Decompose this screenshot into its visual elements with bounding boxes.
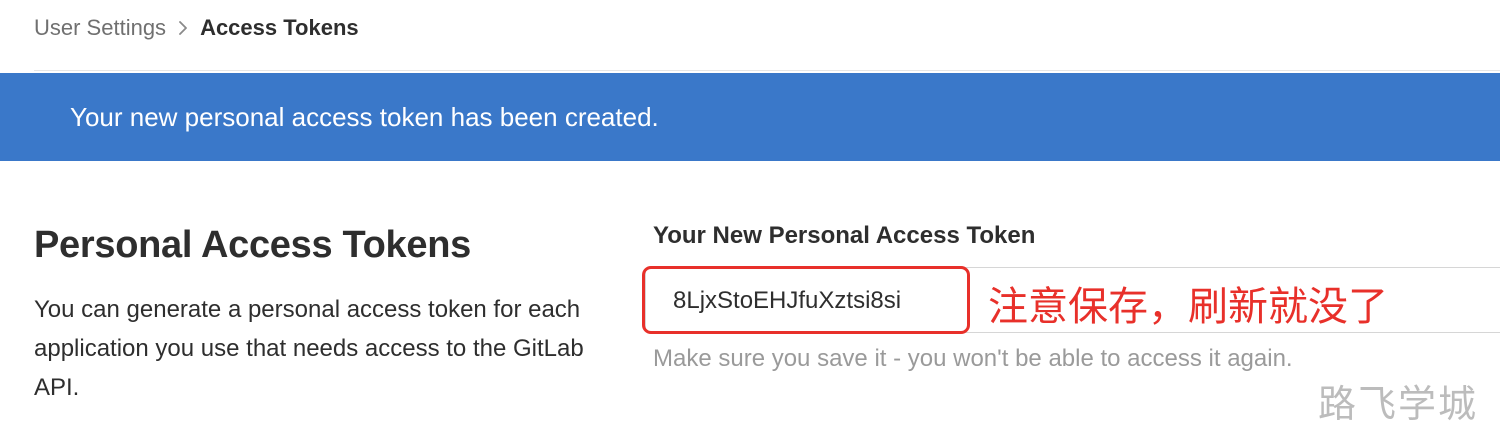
- token-field-label: Your New Personal Access Token: [653, 222, 1036, 249]
- annotation-highlight-box: [642, 266, 970, 334]
- breadcrumb-user-settings-link[interactable]: User Settings: [34, 15, 166, 41]
- chevron-right-icon: [178, 21, 188, 35]
- breadcrumb: User Settings Access Tokens: [34, 14, 359, 42]
- section-title: Personal Access Tokens: [34, 224, 471, 266]
- breadcrumb-current: Access Tokens: [200, 15, 359, 40]
- header-divider: [34, 70, 1500, 71]
- flash-notice: Your new personal access token has been …: [0, 73, 1500, 161]
- section-description: You can generate a personal access token…: [34, 296, 584, 401]
- flash-message: Your new personal access token has been …: [70, 101, 659, 132]
- annotation-note: 注意保存，刷新就没了: [988, 284, 1388, 330]
- token-help-text: Make sure you save it - you won't be abl…: [653, 345, 1293, 372]
- watermark: 路飞学城: [1318, 382, 1479, 426]
- page: User Settings Access Tokens Your new per…: [0, 0, 1500, 427]
